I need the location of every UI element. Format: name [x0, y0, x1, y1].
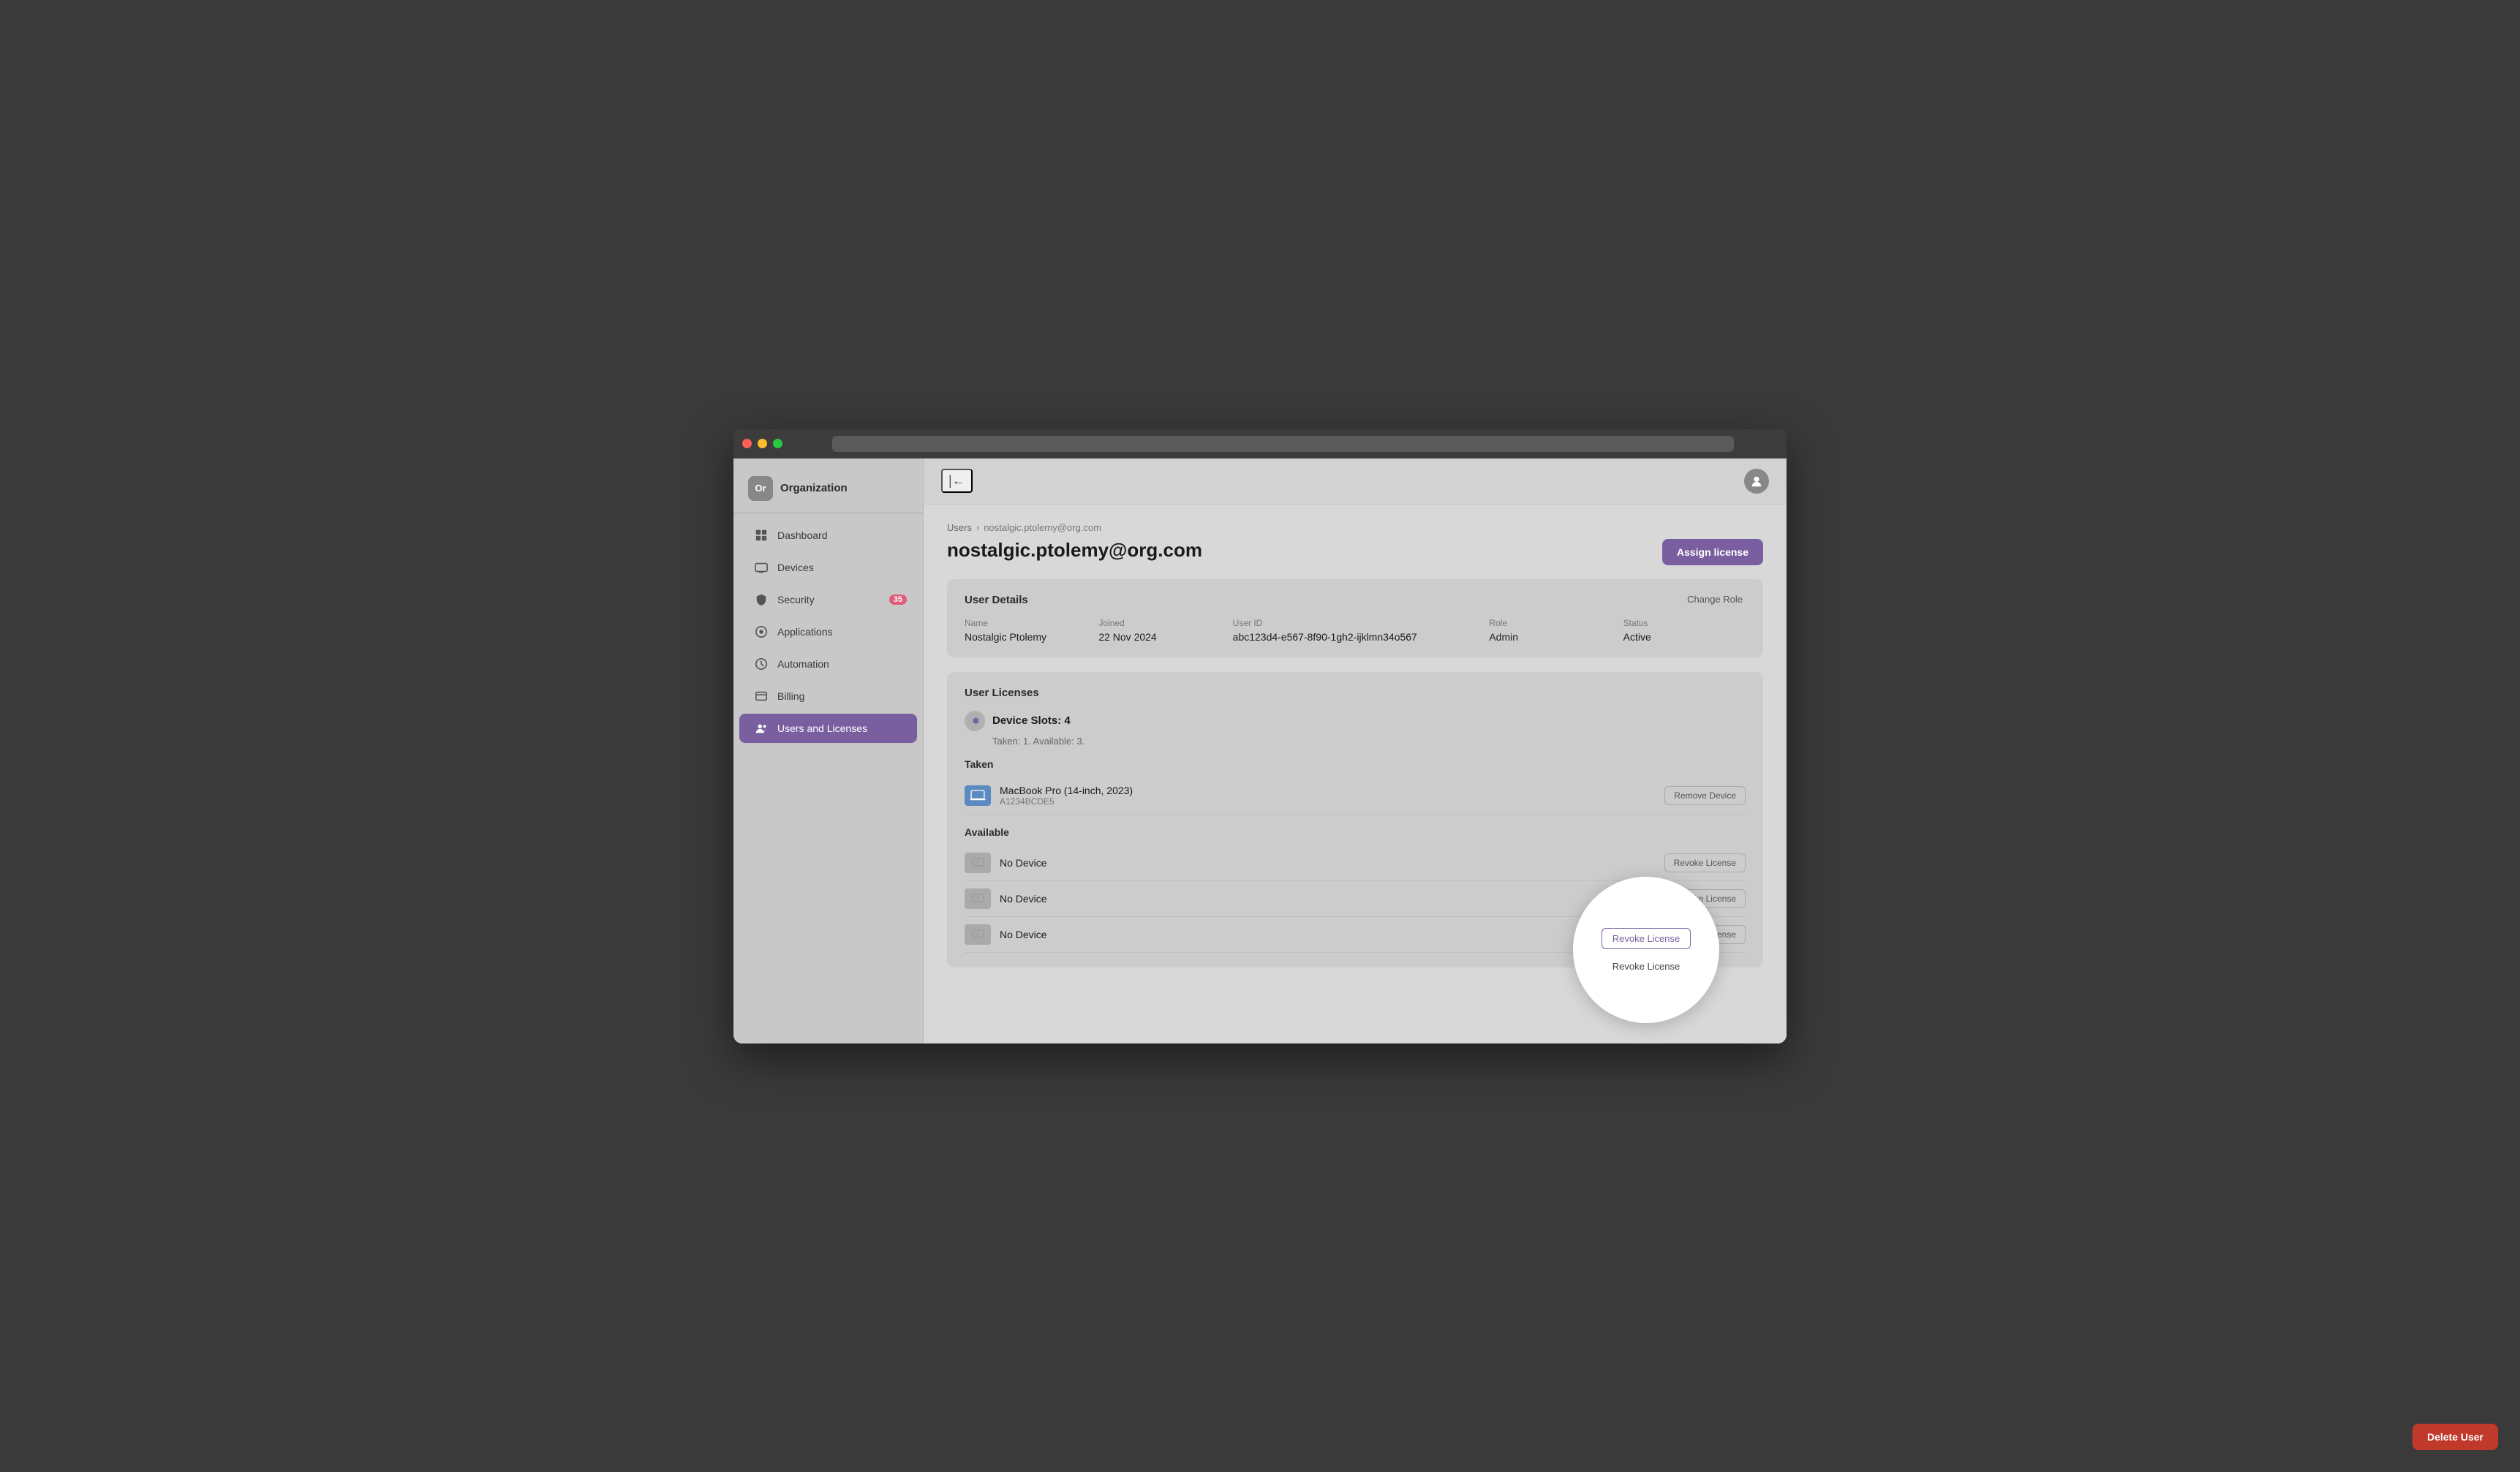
- security-icon: [754, 592, 769, 607]
- available-section-title: Available: [965, 826, 1746, 838]
- license-header: Device Slots: 4: [965, 711, 1746, 731]
- assign-license-button[interactable]: Assign license: [1662, 539, 1763, 565]
- security-badge: 35: [889, 595, 907, 605]
- license-gear-icon: [965, 711, 985, 731]
- sidebar-item-devices[interactable]: Devices: [739, 553, 917, 582]
- sidebar: Or Organization Dashboard Devices: [733, 458, 924, 1043]
- svg-text:?: ?: [976, 896, 979, 901]
- sidebar-label-devices: Devices: [777, 562, 814, 573]
- device-name-available-2: No Device: [1000, 929, 1656, 940]
- name-value: Nostalgic Ptolemy: [965, 631, 1087, 643]
- breadcrumb-parent[interactable]: Users: [947, 522, 972, 533]
- devices-icon: [754, 560, 769, 575]
- status-label: Status: [1623, 618, 1746, 628]
- app-body: Or Organization Dashboard Devices: [733, 458, 1787, 1043]
- sidebar-item-applications[interactable]: Applications: [739, 617, 917, 646]
- maximize-button[interactable]: [773, 439, 782, 448]
- user-licenses-title: User Licenses: [965, 687, 1746, 699]
- sidebar-label-security: Security: [777, 594, 815, 605]
- svg-text:?: ?: [976, 932, 979, 937]
- role-label: Role: [1489, 618, 1611, 628]
- detail-joined: Joined 22 Nov 2024: [1098, 618, 1221, 643]
- sidebar-item-users-and-licenses[interactable]: Users and Licenses: [739, 714, 917, 743]
- device-info-taken-0: MacBook Pro (14-inch, 2023) A1234BCDE5: [1000, 785, 1656, 807]
- remove-device-button-0[interactable]: Remove Device: [1664, 786, 1746, 805]
- user-details-card: User Details Change Role Name Nostalgic …: [947, 579, 1763, 657]
- breadcrumb: Users › nostalgic.ptolemy@org.com: [947, 522, 1763, 533]
- user-licenses-card: User Licenses Device Slots: 4 Taken: 1. …: [947, 672, 1763, 967]
- org-header: Or Organization: [733, 470, 923, 513]
- users-icon: [754, 721, 769, 736]
- breadcrumb-current: nostalgic.ptolemy@org.com: [984, 522, 1101, 533]
- org-name: Organization: [780, 482, 848, 494]
- back-button[interactable]: |←: [941, 469, 973, 493]
- user-id-value: abc123d4-e567-8f90-1gh2-ijklmn34o567: [1233, 631, 1478, 643]
- sidebar-label-billing: Billing: [777, 690, 804, 702]
- device-info-available-2: No Device: [1000, 929, 1656, 940]
- joined-value: 22 Nov 2024: [1098, 631, 1221, 643]
- org-avatar: Or: [748, 476, 773, 501]
- device-row-available-0: ? No Device Revoke License: [965, 845, 1746, 881]
- license-subtitle: Taken: 1. Available: 3.: [992, 736, 1746, 747]
- page-title: nostalgic.ptolemy@org.com: [947, 539, 1202, 562]
- svg-text:?: ?: [976, 860, 979, 865]
- revoke-license-button-0[interactable]: Revoke License: [1664, 853, 1746, 872]
- main-header: |←: [924, 458, 1787, 505]
- role-value: Admin: [1489, 631, 1611, 643]
- sidebar-label-users-and-licenses: Users and Licenses: [777, 722, 867, 734]
- titlebar: [733, 429, 1787, 458]
- detail-user-id: User ID abc123d4-e567-8f90-1gh2-ijklmn34…: [1233, 618, 1478, 643]
- status-badge: Active: [1623, 631, 1746, 643]
- main-content: Users › nostalgic.ptolemy@org.com nostal…: [924, 505, 1787, 1043]
- spotlight-revoke-button[interactable]: Revoke License: [1602, 928, 1691, 949]
- macbook-icon: [965, 785, 991, 806]
- empty-device-icon-2: ?: [965, 924, 991, 945]
- detail-name: Name Nostalgic Ptolemy: [965, 618, 1087, 643]
- device-serial-taken-0: A1234BCDE5: [1000, 796, 1656, 807]
- sidebar-label-automation: Automation: [777, 658, 829, 670]
- joined-label: Joined: [1098, 618, 1221, 628]
- device-name-taken-0: MacBook Pro (14-inch, 2023): [1000, 785, 1656, 796]
- billing-icon: [754, 689, 769, 703]
- device-info-available-0: No Device: [1000, 857, 1656, 869]
- dashboard-icon: [754, 528, 769, 543]
- minimize-button[interactable]: [758, 439, 767, 448]
- sidebar-item-automation[interactable]: Automation: [739, 649, 917, 679]
- automation-icon: [754, 657, 769, 671]
- sidebar-item-dashboard[interactable]: Dashboard: [739, 521, 917, 550]
- page-title-bar: nostalgic.ptolemy@org.com Assign license: [947, 539, 1763, 576]
- sidebar-item-security[interactable]: Security 35: [739, 585, 917, 614]
- close-button[interactable]: [742, 439, 752, 448]
- device-row-taken-0: MacBook Pro (14-inch, 2023) A1234BCDE5 R…: [965, 777, 1746, 815]
- device-info-available-1: No Device: [1000, 893, 1656, 905]
- user-details-grid: Name Nostalgic Ptolemy Joined 22 Nov 202…: [965, 618, 1746, 643]
- taken-section-title: Taken: [965, 758, 1746, 770]
- empty-device-icon-1: ?: [965, 888, 991, 909]
- user-id-label: User ID: [1233, 618, 1478, 628]
- change-role-button[interactable]: Change Role: [1681, 591, 1748, 608]
- device-name-available-0: No Device: [1000, 857, 1656, 869]
- applications-icon: [754, 624, 769, 639]
- device-name-available-1: No Device: [1000, 893, 1656, 905]
- main-content-area: |← Users › nostalgic.ptolemy@org.com nos…: [924, 458, 1787, 1043]
- breadcrumb-separator: ›: [976, 522, 979, 533]
- license-title: Device Slots: 4: [992, 714, 1071, 727]
- user-avatar-icon: [1744, 469, 1769, 494]
- app-window: Or Organization Dashboard Devices: [733, 429, 1787, 1043]
- spotlight-highlight: Revoke License Revoke License: [1573, 877, 1719, 1023]
- spotlight-label: Revoke License: [1612, 961, 1680, 972]
- sidebar-item-billing[interactable]: Billing: [739, 682, 917, 711]
- url-bar[interactable]: [832, 436, 1734, 452]
- user-details-title: User Details: [965, 594, 1746, 606]
- empty-device-icon-0: ?: [965, 853, 991, 873]
- name-label: Name: [965, 618, 1087, 628]
- detail-role: Role Admin: [1489, 618, 1611, 643]
- sidebar-label-dashboard: Dashboard: [777, 529, 828, 541]
- sidebar-label-applications: Applications: [777, 626, 833, 638]
- detail-status: Status Active: [1623, 618, 1746, 643]
